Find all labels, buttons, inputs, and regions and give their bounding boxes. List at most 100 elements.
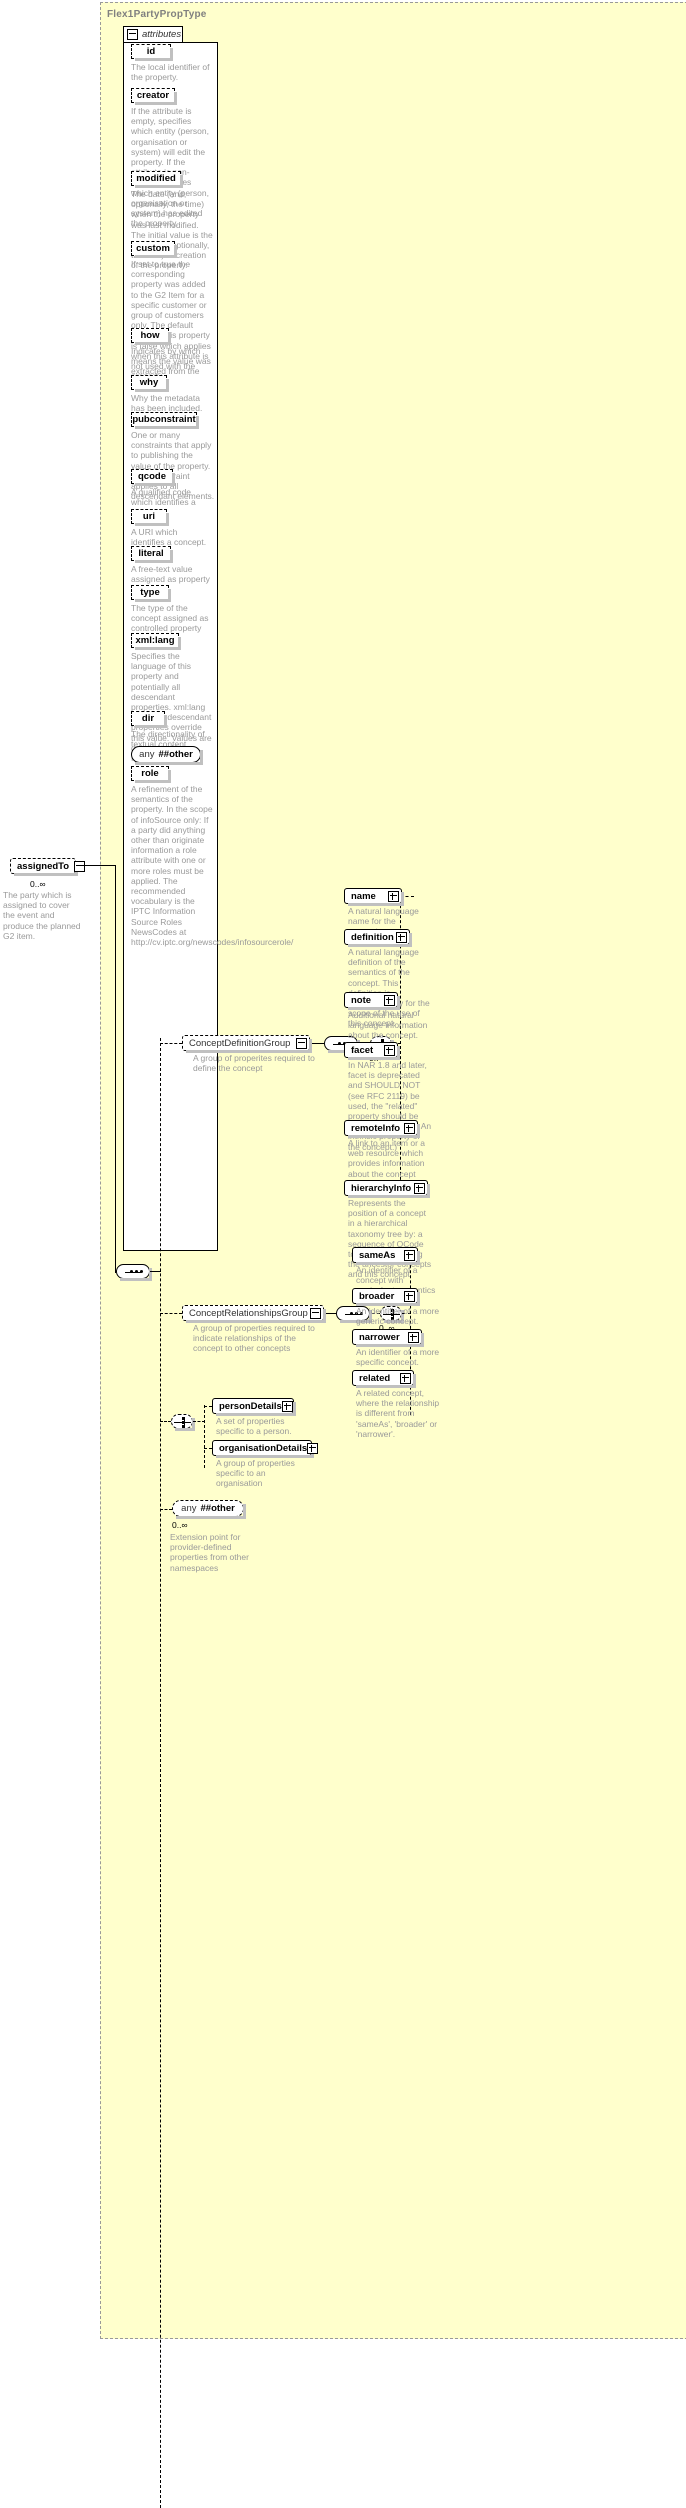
any-prefix-label: any: [139, 749, 155, 760]
attribute-literal[interactable]: literal: [131, 546, 173, 563]
expand-icon[interactable]: [408, 1331, 419, 1343]
attribute-label: qcode: [138, 471, 166, 482]
attribute-label: why: [139, 377, 159, 388]
type-name-label: Flex1PartyPropType: [107, 9, 207, 20]
attribute-dir[interactable]: dir: [131, 711, 167, 728]
attribute-qcode[interactable]: qcode: [131, 469, 175, 486]
attribute-id[interactable]: id: [131, 44, 173, 61]
element-name[interactable]: name: [344, 888, 404, 906]
any-element-wildcard[interactable]: any ##other: [172, 1500, 246, 1519]
expand-icon[interactable]: [384, 994, 395, 1006]
attribute-type[interactable]: type: [131, 585, 171, 602]
attribute-pubconstraint[interactable]: pubconstraint: [131, 412, 199, 429]
expand-icon[interactable]: [388, 890, 399, 902]
attribute-role[interactable]: role: [131, 766, 171, 783]
collapse-icon[interactable]: [74, 860, 86, 872]
element-label: remoteInfo: [351, 1122, 401, 1134]
group-ConceptDefinitionGroup[interactable]: ConceptDefinitionGroup: [182, 1035, 312, 1053]
attribute-label: pubconstraint: [132, 414, 196, 425]
attribute-role-description: A refinement of the semantics of the pro…: [131, 784, 294, 948]
remoteInfo-description: A link to an item or a web resource whic…: [348, 1138, 426, 1179]
assignedTo-cardinality: 0..∞: [30, 879, 46, 889]
group-label: ConceptDefinitionGroup: [189, 1037, 291, 1049]
element-label: name: [351, 890, 376, 902]
element-definition[interactable]: definition: [344, 929, 412, 947]
attribute-custom[interactable]: custom: [131, 241, 177, 258]
details-choice-compositor[interactable]: [171, 1414, 195, 1431]
element-note[interactable]: note: [344, 992, 400, 1010]
expand-icon[interactable]: [404, 1249, 415, 1261]
attribute-label: creator: [136, 90, 170, 101]
attribute-label: custom: [136, 243, 170, 254]
element-personDetails[interactable]: personDetails: [212, 1398, 296, 1416]
expand-icon[interactable]: [307, 1442, 319, 1454]
note-description: Additional natural language information …: [348, 1010, 428, 1041]
attribute-why[interactable]: why: [131, 375, 169, 392]
broader-description: An identifier of a more generic concept.: [356, 1306, 440, 1327]
connector: [193, 1421, 205, 1422]
any-attribute-wildcard[interactable]: any ##other: [131, 746, 203, 765]
any-namespace-label: ##other: [158, 749, 193, 760]
attribute-label: literal: [138, 548, 164, 559]
connector: [160, 1313, 182, 1314]
attribute-xml-lang[interactable]: xml:lang: [131, 633, 181, 650]
element-facet[interactable]: facet: [344, 1042, 400, 1060]
element-related[interactable]: related: [352, 1370, 416, 1388]
any-namespace-label: ##other: [200, 1503, 235, 1514]
expand-icon[interactable]: [281, 1400, 293, 1412]
connector: [204, 1448, 212, 1449]
collapse-icon[interactable]: [296, 1037, 307, 1049]
expand-icon[interactable]: [384, 1044, 395, 1056]
schema-diagram: Flex1PartyPropType attributes id The loc…: [0, 0, 686, 2508]
element-hierarchyInfo[interactable]: hierarchyInfo: [344, 1180, 430, 1198]
connector: [160, 1509, 172, 1510]
group-ConceptRelationshipsGroup[interactable]: ConceptRelationshipsGroup: [182, 1305, 326, 1323]
attribute-label: dir: [141, 713, 155, 724]
expand-icon[interactable]: [400, 1372, 411, 1384]
element-label: related: [359, 1372, 391, 1384]
attribute-how[interactable]: how: [131, 328, 171, 345]
element-label: definition: [351, 931, 394, 943]
attribute-uri-description: A URI which identifies a concept.: [131, 527, 207, 548]
personDetails-description: A set of properties specific to a person…: [216, 1416, 292, 1437]
organisationDetails-description: A group of properties specific to an org…: [216, 1458, 295, 1489]
expand-icon[interactable]: [404, 1290, 415, 1302]
collapse-icon[interactable]: [127, 29, 138, 40]
connector: [312, 1043, 324, 1044]
attribute-creator[interactable]: creator: [131, 88, 177, 105]
connector: [204, 1405, 205, 1468]
collapse-icon[interactable]: [310, 1307, 321, 1319]
connector: [150, 1271, 161, 1272]
element-narrower[interactable]: narrower: [352, 1329, 424, 1347]
expand-icon[interactable]: [396, 931, 407, 943]
related-description: A related concept, where the relationshi…: [356, 1388, 440, 1439]
main-sequence-compositor[interactable]: [116, 1264, 152, 1281]
narrower-description: An identifier of a more specific concept…: [356, 1347, 440, 1368]
element-sameAs[interactable]: sameAs: [352, 1247, 420, 1265]
attribute-label: id: [146, 46, 156, 57]
element-remoteInfo[interactable]: remoteInfo: [344, 1120, 420, 1138]
attribute-modified[interactable]: modified: [131, 171, 183, 188]
element-label: assignedTo: [17, 860, 70, 872]
attributes-tab-label: attributes: [142, 29, 182, 40]
connector: [160, 1421, 171, 1422]
element-assignedTo[interactable]: assignedTo: [10, 858, 86, 876]
connector: [115, 865, 116, 1273]
element-label: personDetails: [219, 1400, 282, 1412]
connector: [204, 1406, 212, 1407]
attribute-why-description: Why the metadata has been included.: [131, 393, 203, 414]
element-label: broader: [359, 1290, 395, 1302]
element-label: sameAs: [359, 1249, 396, 1261]
element-label: hierarchyInfo: [351, 1182, 412, 1194]
ConceptDefinitionGroup-description: A group of properites required to define…: [193, 1053, 315, 1074]
element-broader[interactable]: broader: [352, 1288, 420, 1306]
any-element-cardinality: 0..∞: [172, 1520, 188, 1530]
attributes-tab[interactable]: attributes: [123, 26, 183, 42]
assignedTo-description: The party which is assigned to cover the…: [3, 890, 81, 941]
expand-icon[interactable]: [404, 1122, 415, 1134]
element-organisationDetails[interactable]: organisationDetails: [212, 1440, 319, 1458]
attribute-uri[interactable]: uri: [131, 509, 169, 526]
attribute-label: type: [140, 587, 160, 598]
expand-icon[interactable]: [414, 1182, 425, 1194]
element-label: facet: [351, 1044, 374, 1056]
